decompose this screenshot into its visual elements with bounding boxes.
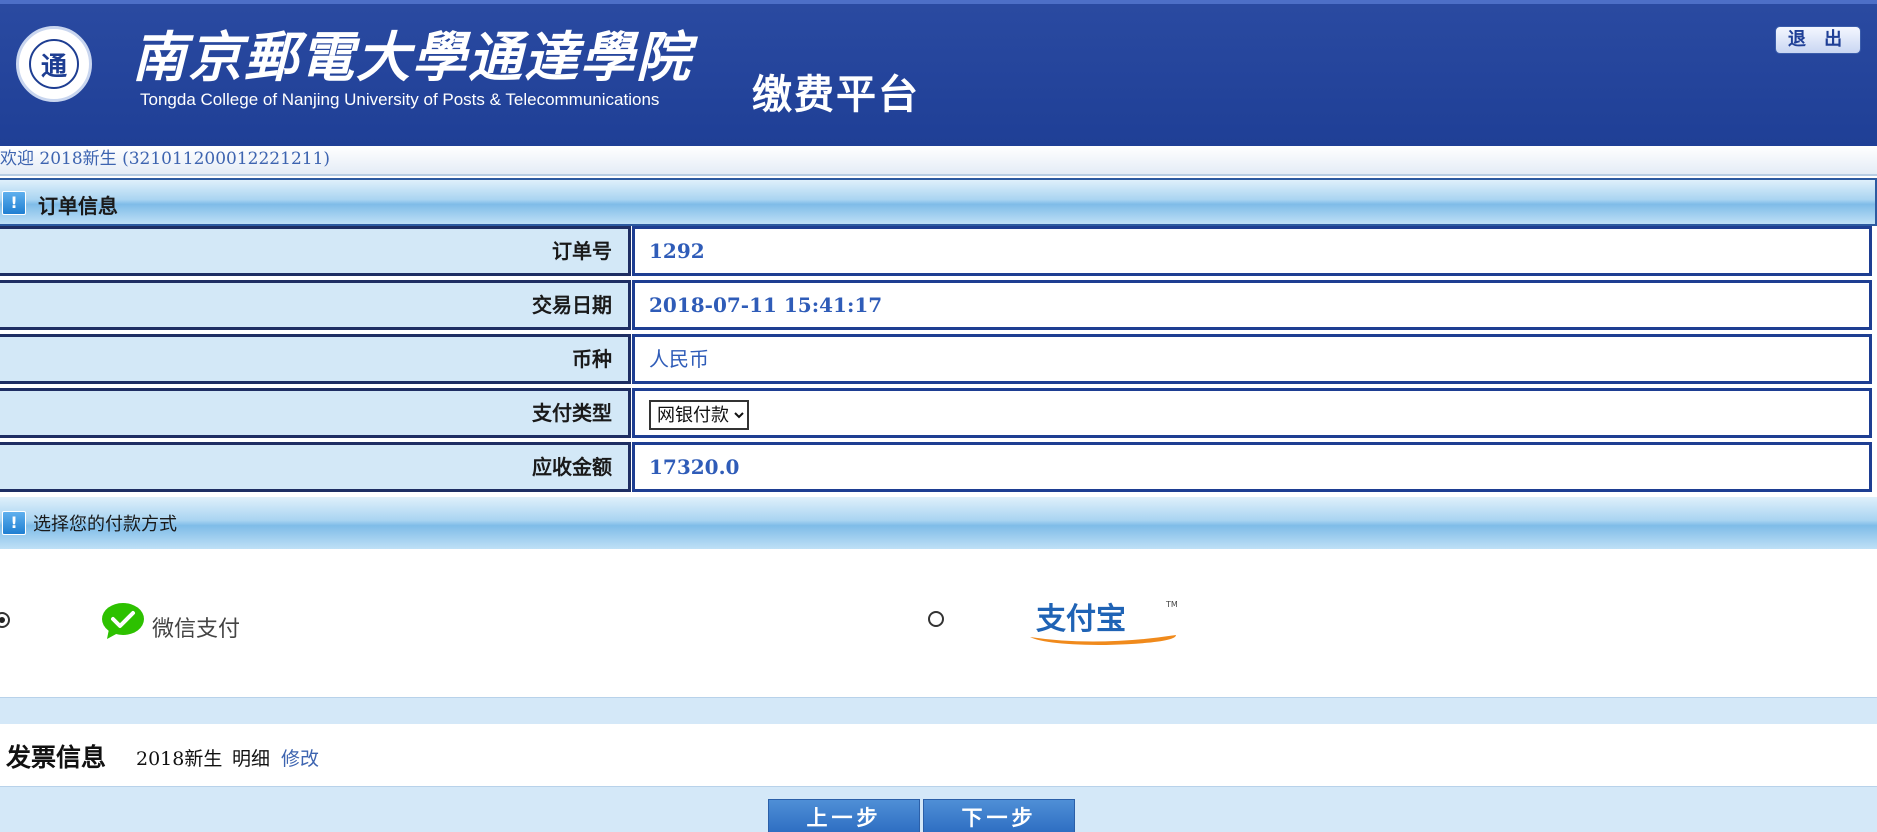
invoice-section: 发票信息 2018新生 明细 修改 [0, 724, 1877, 786]
trade-date-value: 2018-07-11 15:41:17 [632, 280, 1872, 330]
school-logo: 通 [16, 26, 92, 102]
alipay-logo-icon: 支付宝 TM [1030, 600, 1178, 645]
order-row-date: 交易日期 2018-07-11 15:41:17 [0, 280, 1872, 330]
order-row-currency: 币种 人民币 [0, 334, 1872, 384]
alipay-radio[interactable] [928, 611, 944, 627]
payment-options: 微信支付 支付宝 TM [0, 549, 1877, 697]
order-section-header: ! 订单信息 [0, 178, 1877, 226]
wechat-radio[interactable] [0, 612, 10, 628]
info-icon: ! [2, 191, 26, 215]
alipay-logo-text: 支付宝 [1036, 602, 1126, 637]
invoice-name: 2018新生 [136, 748, 223, 770]
order-number-label: 订单号 [0, 226, 631, 276]
payment-page: 通 南京郵電大學通達學院 Tongda College of Nanjing U… [0, 0, 1877, 832]
next-step-button[interactable]: 下一步 [923, 799, 1075, 832]
wechat-pay-label: 微信支付 [152, 617, 241, 642]
payment-section-header: ! 选择您的付款方式 [0, 497, 1877, 549]
bottom-navigation: 上一步 下一步 [0, 786, 1877, 832]
pay-type-select[interactable]: 网银付款 [649, 400, 749, 430]
order-row-pay-type: 支付类型 网银付款 [0, 388, 1872, 438]
info-icon: ! [2, 511, 26, 535]
welcome-text: 欢迎 2018新生 (321011200012221211) [0, 149, 331, 169]
pay-type-label: 支付类型 [0, 388, 631, 438]
currency-value: 人民币 [632, 334, 1872, 384]
pay-type-cell: 网银付款 [632, 388, 1872, 438]
wechat-pay-icon [102, 603, 144, 639]
order-row-number: 订单号 1292 [0, 226, 1872, 276]
order-number-value: 1292 [632, 226, 1872, 276]
separator-bar [0, 697, 1877, 725]
logout-button[interactable]: 退 出 [1775, 26, 1861, 54]
alipay-tm-text: TM [1165, 600, 1178, 609]
order-section-title: 订单信息 [38, 194, 118, 218]
payment-section-title: 选择您的付款方式 [33, 514, 177, 535]
amount-due-label: 应收金额 [0, 442, 631, 492]
welcome-bar: 欢迎 2018新生 (321011200012221211) [0, 146, 1877, 176]
invoice-title: 发票信息 [6, 743, 107, 772]
school-name-en: Tongda College of Nanjing University of … [140, 90, 660, 109]
prev-step-button[interactable]: 上一步 [768, 799, 920, 832]
trade-date-label: 交易日期 [0, 280, 631, 330]
logo-emblem-icon: 通 [29, 39, 79, 89]
header-banner: 通 南京郵電大學通達學院 Tongda College of Nanjing U… [0, 0, 1877, 146]
school-name-cn: 南京郵電大學通達學院 [132, 25, 692, 89]
invoice-detail-label: 明细 [232, 748, 271, 770]
currency-label: 币种 [0, 334, 631, 384]
amount-due-value: 17320.0 [632, 442, 1872, 492]
order-row-amount: 应收金额 17320.0 [0, 442, 1872, 492]
invoice-edit-link[interactable]: 修改 [281, 744, 319, 771]
platform-title: 缴费平台 [752, 72, 920, 118]
